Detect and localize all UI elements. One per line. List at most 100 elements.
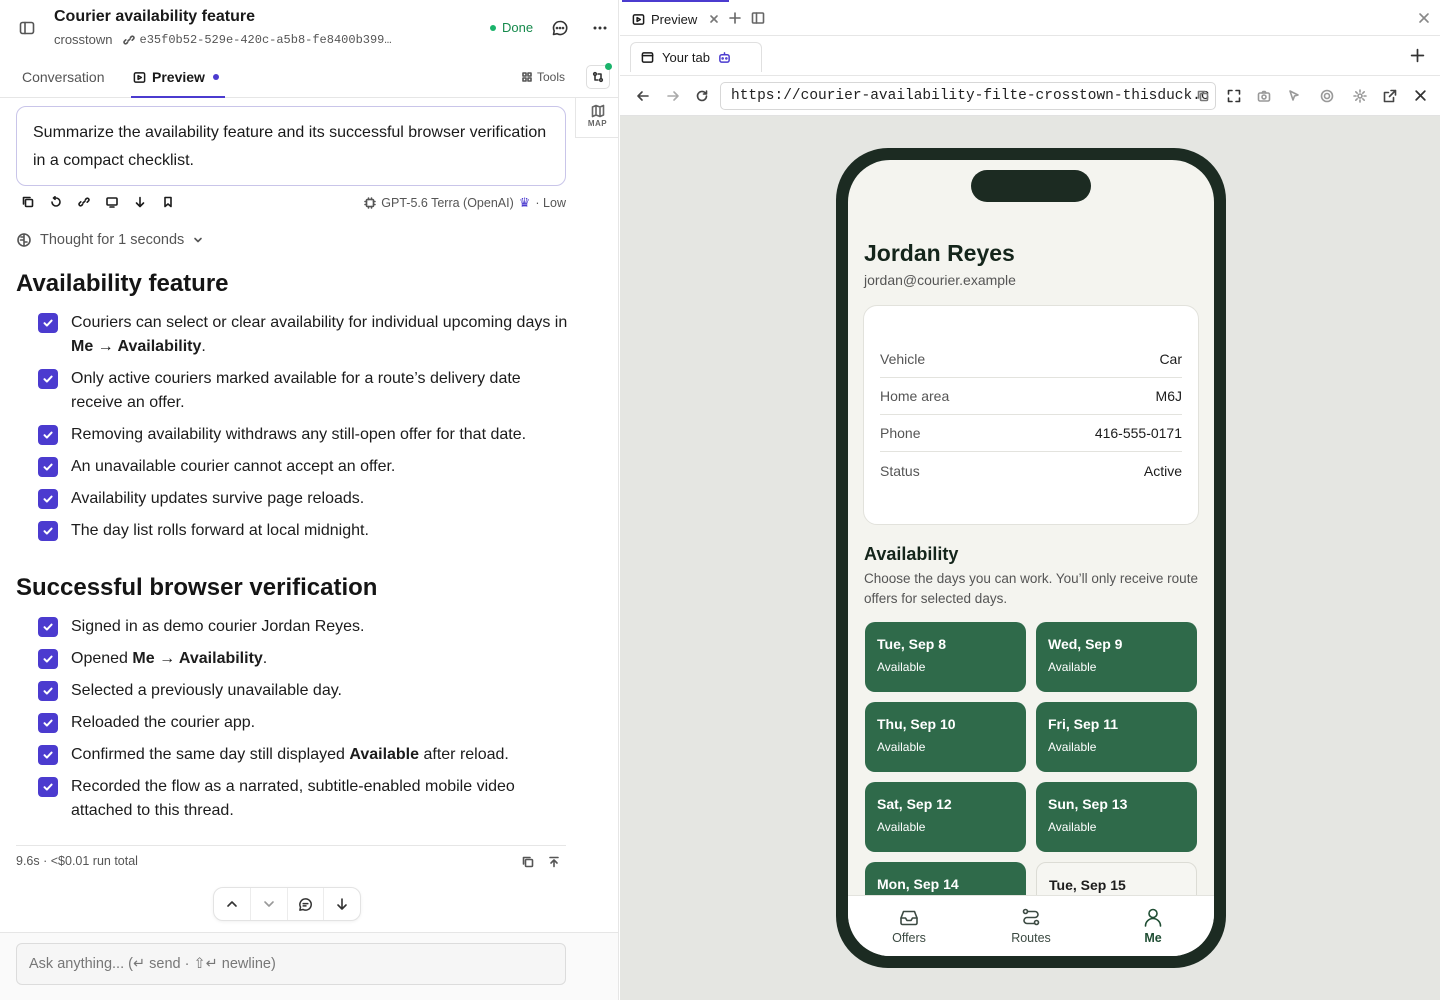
map-label: MAP [587,119,608,128]
day-status: Available [877,820,926,834]
day-toggle[interactable]: Sun, Sep 13 Available [1036,782,1197,852]
commit-link[interactable]: e35f0b52-529e-420c-a5b8-fe8400b399… [122,33,392,47]
new-tab-icon[interactable] [1410,48,1425,63]
day-date: Mon, Sep 14 [877,876,959,892]
day-toggle[interactable]: Tue, Sep 8 Available [865,622,1026,692]
pointer-icon[interactable] [1287,89,1301,103]
active-tab-underline [131,96,225,98]
back-icon[interactable] [636,89,650,103]
detail-label: Vehicle [880,351,926,367]
day-date: Wed, Sep 9 [1048,636,1123,652]
gear-icon[interactable] [1353,89,1367,103]
ask-input[interactable] [16,943,566,985]
detail-label: Status [880,462,920,479]
day-date: Sun, Sep 13 [1048,796,1128,812]
tab-offers[interactable]: Offers [869,906,949,945]
person-icon [1144,908,1162,927]
item-text: Only active couriers marked available fo… [71,370,521,411]
panel-tabs: Conversation Preview Tools [0,56,618,98]
availability-description: Choose the days you can work. You’ll onl… [864,571,1198,606]
message-navigator [213,887,361,921]
item-text: Couriers can select or clear availabilit… [71,314,568,331]
repo-name[interactable]: crosstown [54,32,113,47]
screen-icon[interactable] [106,196,118,208]
expand-icon[interactable] [1227,89,1241,103]
retry-icon[interactable] [50,196,62,208]
day-date: Tue, Sep 8 [877,636,946,652]
tab-routes[interactable]: Routes [991,906,1071,945]
brain-icon [17,233,31,247]
comment-icon[interactable] [548,16,572,40]
checklist: Signed in as demo courier Jordan Reyes. O… [38,615,568,831]
tab-label: Me [1144,931,1162,945]
browser-preview: Preview Your tab https://courier-availab… [620,0,1440,1000]
tools-label: Tools [537,70,566,84]
close-icon[interactable] [1414,89,1427,102]
model-effort: · Low [535,196,566,210]
profile-name: Jordan Reyes [864,240,1015,266]
preview-icon [133,71,146,83]
copy-icon[interactable] [22,196,34,208]
thought-toggle[interactable]: Thought for 1 seconds [16,232,204,248]
link-icon[interactable] [78,196,90,208]
browser-tab[interactable]: Your tab [630,42,762,72]
thread-header: Courier availability feature crosstown e… [0,0,618,56]
camera-icon[interactable] [1257,89,1271,103]
detail-row-phone: Phone 416-555-0171 [880,415,1182,452]
detail-value: Active [1143,462,1182,479]
tab-me[interactable]: Me [1113,906,1193,945]
app-tab-bar: Offers Routes Me [848,895,1214,956]
preview-tab[interactable]: Preview [622,0,730,36]
record-icon[interactable] [1320,89,1334,103]
checkbox-checked-icon [38,425,58,445]
thought-label: Thought for 1 seconds [40,232,185,248]
day-toggle[interactable]: Thu, Sep 10 Available [865,702,1026,772]
chevron-down-icon[interactable] [251,888,288,920]
close-icon[interactable] [1418,12,1430,24]
day-toggle[interactable]: Fri, Sep 11 Available [1036,702,1197,772]
copy-icon[interactable] [522,856,534,868]
git-compare-icon[interactable] [586,63,612,89]
tab-preview[interactable]: Preview [131,69,225,98]
arrow-down-icon[interactable] [324,888,360,920]
composer [0,932,618,1000]
item-text: Selected a previously unavailable day. [71,682,342,699]
item-emphasis: Me → Availability [71,338,202,355]
tab-label: Routes [1011,931,1051,945]
close-tab-icon[interactable] [709,14,719,24]
reload-icon[interactable] [695,89,709,103]
item-text: Recorded the flow as a narrated, subtitl… [71,778,515,819]
detail-label: Home area [880,388,950,404]
checklist-item: An unavailable courier cannot accept an … [38,455,568,479]
scroll-top-icon[interactable] [548,856,560,868]
more-options-icon[interactable] [588,16,612,40]
url-input[interactable]: https://courier-availability-filte-cross… [720,82,1216,110]
checklist-item: Confirmed the same day still displayed A… [38,743,568,767]
sidebar-toggle-icon[interactable] [16,17,38,39]
run-stats: 9.6s · <$0.01 run total [16,845,566,868]
chat-bubble-icon[interactable] [288,888,325,920]
url-text: https://courier-availability-filte-cross… [731,88,1210,104]
chevron-up-icon[interactable] [214,888,251,920]
model-selector[interactable]: GPT-5.6 Terra (OpenAI) ♛ · Low [364,195,566,211]
arrow-down-icon[interactable] [134,196,146,208]
tab-conversation[interactable]: Conversation [22,69,105,85]
checkbox-checked-icon [38,521,58,541]
dynamic-island [971,170,1091,202]
day-toggle[interactable]: Wed, Sep 9 Available [1036,622,1197,692]
external-link-icon[interactable] [1383,89,1397,103]
message-actions: GPT-5.6 Terra (OpenAI) ♛ · Low [16,194,566,212]
day-date: Sat, Sep 12 [877,796,952,812]
checklist-item: Removing availability withdraws any stil… [38,423,568,447]
forward-icon[interactable] [666,89,680,103]
day-status: Available [877,740,926,754]
bookmark-icon[interactable] [162,196,174,208]
tools-button[interactable]: Tools [522,70,565,84]
window-icon [641,52,654,63]
map-button[interactable]: MAP [575,98,618,138]
copy-icon[interactable] [1197,90,1209,102]
day-toggle[interactable]: Sat, Sep 12 Available [865,782,1026,852]
plus-icon[interactable] [728,11,742,25]
status-badge: Done [490,20,533,35]
split-view-icon[interactable] [751,11,765,25]
